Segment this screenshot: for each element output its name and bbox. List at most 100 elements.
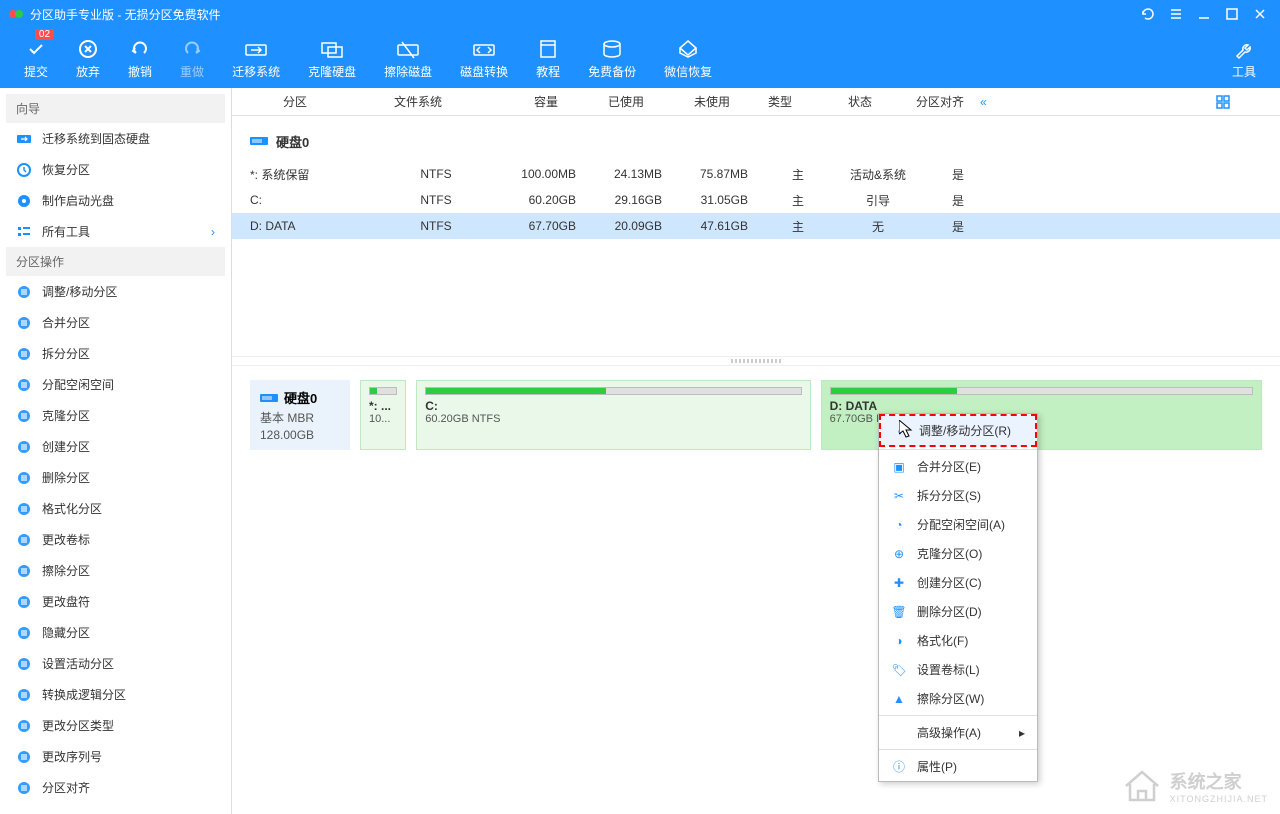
house-icon: [1122, 768, 1162, 804]
col-fs[interactable]: 文件系统: [368, 93, 468, 110]
close-icon[interactable]: [1248, 2, 1272, 26]
submit-badge: 02: [35, 29, 54, 40]
context-menu-icon: ▣: [891, 459, 907, 475]
context-menu-item[interactable]: ⊕克隆分区(O): [879, 539, 1037, 568]
col-free[interactable]: 未使用: [654, 93, 740, 110]
context-menu-item[interactable]: ◔分配空闲空间(A): [879, 510, 1037, 539]
sidebar-item[interactable]: 设置活动分区: [6, 648, 225, 679]
diskmap-block[interactable]: *: ...10...: [360, 380, 406, 450]
sidebar-item[interactable]: 更改分区类型: [6, 710, 225, 741]
view-grid-icon[interactable]: [1206, 95, 1240, 109]
clone-icon: [320, 37, 344, 61]
sidebar-item[interactable]: 擦除分区: [6, 555, 225, 586]
partition-row[interactable]: *: 系统保留NTFS100.00MB24.13MB75.87MB主活动&系统是: [232, 161, 1280, 187]
sidebar-item[interactable]: 拆分分区: [6, 338, 225, 369]
sidebar-item[interactable]: 合并分区: [6, 307, 225, 338]
splitter[interactable]: [232, 356, 1280, 366]
context-menu-item[interactable]: 🗑删除分区(D): [879, 597, 1037, 626]
sidebar-item-label: 所有工具: [42, 223, 90, 240]
wechat-recover-button[interactable]: 微信恢复: [650, 33, 726, 84]
sidebar-item[interactable]: 创建分区: [6, 431, 225, 462]
sidebar-item[interactable]: 调整/移动分区: [6, 276, 225, 307]
col-align[interactable]: 分区对齐: [900, 93, 980, 110]
context-menu-item[interactable]: ✂拆分分区(S): [879, 481, 1037, 510]
context-menu-item[interactable]: ⓘ属性(P): [879, 752, 1037, 781]
collapse-columns-icon[interactable]: «: [980, 95, 1010, 109]
sidebar-item-icon: [16, 162, 32, 178]
col-cap[interactable]: 容量: [468, 93, 568, 110]
sidebar-item[interactable]: 转换成逻辑分区: [6, 679, 225, 710]
context-menu-item[interactable]: ▲擦除分区(W): [879, 684, 1037, 713]
menu-icon[interactable]: [1164, 2, 1188, 26]
submenu-arrow-icon: ▸: [1019, 726, 1025, 740]
col-used[interactable]: 已使用: [568, 93, 654, 110]
title-bar: 分区助手专业版 - 无损分区免费软件: [0, 0, 1280, 28]
sidebar-item[interactable]: 删除分区: [6, 462, 225, 493]
sidebar-item[interactable]: 更改序列号: [6, 741, 225, 772]
context-menu-item[interactable]: 🏷设置卷标(L): [879, 655, 1037, 684]
main-toolbar: 02 提交 放弃 撤销 重做 迁移系统 克隆硬盘 擦除磁盘 磁盘转换 教程 免费…: [0, 28, 1280, 88]
sidebar-item[interactable]: 更改卷标: [6, 524, 225, 555]
sidebar-item[interactable]: 更改盘符: [6, 586, 225, 617]
partition-list: 硬盘0 *: 系统保留NTFS100.00MB24.13MB75.87MB主活动…: [232, 116, 1280, 356]
sidebar-item-label: 创建分区: [42, 438, 90, 455]
context-menu-item[interactable]: ▣合并分区(E): [879, 452, 1037, 481]
sidebar-item[interactable]: 制作启动光盘: [6, 185, 225, 216]
disk-info-panel[interactable]: 硬盘0 基本 MBR 128.00GB: [250, 380, 350, 450]
sidebar-item[interactable]: 隐藏分区: [6, 617, 225, 648]
sidebar-item-icon: [16, 439, 32, 455]
sidebar-item-icon: [16, 687, 32, 703]
convert-label: 磁盘转换: [460, 63, 508, 80]
disk-header[interactable]: 硬盘0: [232, 128, 1280, 161]
context-menu-item[interactable]: ◑格式化(F): [879, 626, 1037, 655]
usage-bar: [830, 387, 1253, 395]
sidebar-item-icon: [16, 346, 32, 362]
cell-free: 75.87MB: [672, 167, 758, 181]
cell-name: *: 系统保留: [250, 166, 386, 183]
disk-map: 硬盘0 基本 MBR 128.00GB *: ...10...C:60.20GB…: [232, 366, 1280, 464]
redo-icon: [180, 37, 204, 61]
sidebar-item[interactable]: 分区对齐: [6, 772, 225, 803]
col-name[interactable]: 分区: [232, 93, 368, 110]
col-type[interactable]: 类型: [740, 93, 820, 110]
tutorial-button[interactable]: 教程: [522, 33, 574, 84]
disk-icon: [250, 135, 268, 149]
maximize-icon[interactable]: [1220, 2, 1244, 26]
migrate-button[interactable]: 迁移系统: [218, 33, 294, 84]
tools-button[interactable]: 工具: [1218, 33, 1270, 84]
sidebar-item-label: 更改卷标: [42, 531, 90, 548]
cell-used: 29.16GB: [586, 193, 672, 207]
redo-button[interactable]: 重做: [166, 33, 218, 84]
diskmap-block[interactable]: C:60.20GB NTFS: [416, 380, 810, 450]
partition-row[interactable]: C:NTFS60.20GB29.16GB31.05GB主引导是: [232, 187, 1280, 213]
col-status[interactable]: 状态: [820, 93, 900, 110]
context-menu-item[interactable]: ✚创建分区(C): [879, 568, 1037, 597]
convert-button[interactable]: 磁盘转换: [446, 33, 522, 84]
context-menu-item[interactable]: 高级操作(A) ▸: [879, 718, 1037, 747]
refresh-icon[interactable]: [1136, 2, 1160, 26]
cell-align: 是: [918, 218, 998, 235]
sidebar-item[interactable]: 所有工具›: [6, 216, 225, 247]
minimize-icon[interactable]: [1192, 2, 1216, 26]
clone-button[interactable]: 克隆硬盘: [294, 33, 370, 84]
sidebar-item[interactable]: 分配空闲空间: [6, 369, 225, 400]
context-menu-label: 高级操作(A): [917, 724, 981, 741]
wipe-button[interactable]: 擦除磁盘: [370, 33, 446, 84]
context-menu-icon: ⊕: [891, 546, 907, 562]
watermark-sub: XITONGZHIJIA.NET: [1170, 794, 1268, 804]
sidebar-item[interactable]: 恢复分区: [6, 154, 225, 185]
sidebar-item[interactable]: 格式化分区: [6, 493, 225, 524]
context-menu-label: 擦除分区(W): [917, 690, 984, 707]
submit-button[interactable]: 02 提交: [10, 33, 62, 84]
sidebar-item[interactable]: 克隆分区: [6, 400, 225, 431]
sidebar-item-icon: [16, 718, 32, 734]
context-menu-label: 设置卷标(L): [917, 661, 980, 678]
partition-row[interactable]: D: DATANTFS67.70GB20.09GB47.61GB主无是: [232, 213, 1280, 239]
sidebar-item-label: 更改分区类型: [42, 717, 114, 734]
cell-fs: NTFS: [386, 219, 486, 233]
discard-button[interactable]: 放弃: [62, 33, 114, 84]
backup-button[interactable]: 免费备份: [574, 33, 650, 84]
sidebar-item[interactable]: 迁移系统到固态硬盘: [6, 123, 225, 154]
undo-button[interactable]: 撤销: [114, 33, 166, 84]
usage-bar: [425, 387, 801, 395]
